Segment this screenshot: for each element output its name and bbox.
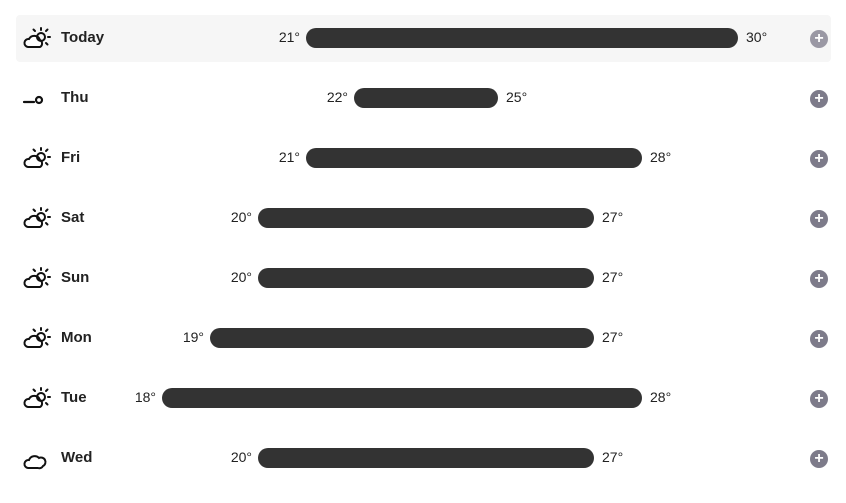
min-temp: 22° — [326, 89, 348, 105]
partly-cloudy-icon — [22, 325, 52, 353]
expand-plus-icon[interactable]: + — [810, 330, 828, 348]
max-temp: 28° — [650, 149, 672, 165]
min-temp: 19° — [182, 329, 204, 345]
wind-icon — [22, 85, 52, 113]
partly-cloudy-icon — [22, 265, 52, 293]
expand-plus-icon[interactable]: + — [810, 390, 828, 408]
temp-range-bar — [162, 388, 642, 408]
partly-cloudy-icon — [22, 205, 52, 233]
min-temp: 18° — [134, 389, 156, 405]
partly-cloudy-icon — [22, 145, 52, 173]
min-temp: 21° — [278, 29, 300, 45]
forecast-row[interactable]: Sat 20° 27° + — [16, 195, 831, 242]
day-label: Sat — [61, 209, 85, 226]
expand-plus-icon[interactable]: + — [810, 270, 828, 288]
day-label: Wed — [61, 449, 93, 466]
max-temp: 25° — [506, 89, 528, 105]
temp-range-bar — [306, 28, 738, 48]
day-label: Today — [61, 29, 105, 46]
max-temp: 27° — [602, 329, 624, 345]
expand-plus-icon[interactable]: + — [810, 450, 828, 468]
expand-plus-icon[interactable]: + — [810, 90, 828, 108]
expand-plus-icon[interactable]: + — [810, 210, 828, 228]
forecast-row[interactable]: Sun 20° 27° + — [16, 255, 831, 302]
forecast-row[interactable]: Today 21° 30° + — [16, 15, 831, 62]
expand-plus-icon[interactable]: + — [810, 30, 828, 48]
temp-range-bar — [354, 88, 498, 108]
day-label: Fri — [61, 149, 81, 166]
max-temp: 28° — [650, 389, 672, 405]
expand-plus-icon[interactable]: + — [810, 150, 828, 168]
forecast-row[interactable]: Wed 20° 27° + — [16, 435, 831, 482]
cloudy-icon — [22, 445, 52, 473]
partly-cloudy-icon — [22, 25, 52, 53]
forecast-row[interactable]: Tue 18° 28° + — [16, 375, 831, 422]
min-temp: 20° — [230, 269, 252, 285]
forecast-row[interactable]: Thu 22° 25° + — [16, 75, 831, 122]
min-temp: 20° — [230, 209, 252, 225]
day-label: Thu — [61, 89, 89, 106]
forecast-row[interactable]: Mon 19° 27° + — [16, 315, 831, 362]
temp-range-bar — [306, 148, 642, 168]
partly-cloudy-icon — [22, 385, 52, 413]
min-temp: 21° — [278, 149, 300, 165]
min-temp: 20° — [230, 449, 252, 465]
temp-range-bar — [258, 448, 594, 468]
day-label: Mon — [61, 329, 92, 346]
max-temp: 27° — [602, 449, 624, 465]
temp-range-bar — [258, 268, 594, 288]
temp-range-bar — [258, 208, 594, 228]
max-temp: 30° — [746, 29, 768, 45]
forecast-row[interactable]: Fri 21° 28° + — [16, 135, 831, 182]
temp-range-bar — [210, 328, 594, 348]
day-label: Tue — [61, 389, 87, 406]
max-temp: 27° — [602, 269, 624, 285]
day-label: Sun — [61, 269, 90, 286]
max-temp: 27° — [602, 209, 624, 225]
